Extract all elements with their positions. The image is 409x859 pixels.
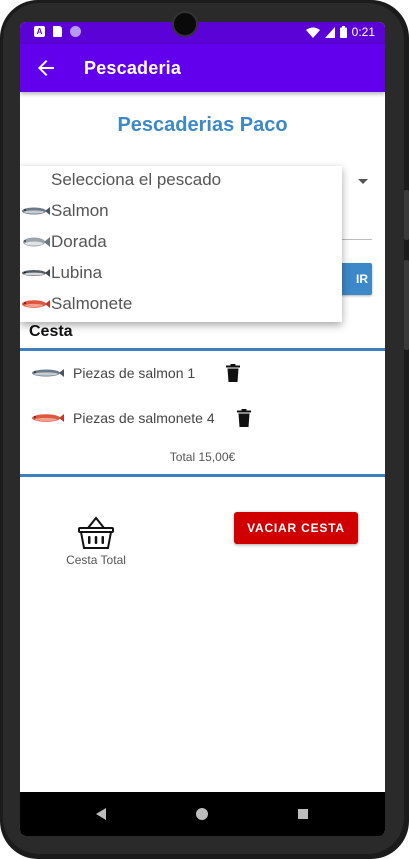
basket-total-label: Cesta Total [66,553,126,567]
signal-icon [324,26,335,38]
back-arrow-icon[interactable] [34,56,58,80]
basket-item-text: Piezas de salmon 1 [73,365,196,381]
basket-item-text: Piezas de salmonete 4 [73,410,215,426]
navigation-bar [20,792,385,836]
phone-frame: A 0:21 Pescaderia Pescaderias Paco IR Se… [0,0,409,859]
app-bar-title: Pescaderia [84,58,182,78]
salmon-fish-icon [22,207,50,215]
screen: A 0:21 Pescaderia Pescaderias Paco IR Se… [20,22,385,836]
dropdown-item-dorada[interactable]: Dorada [20,227,342,257]
volume-button [404,190,409,240]
divider-top [20,348,385,351]
basket-total: Total 15,00€ [169,450,236,464]
shop-title: Pescaderias Paco [117,114,288,136]
basket-title: Cesta [29,323,73,340]
nav-home-icon[interactable] [196,808,208,820]
dropdown-item-lubina[interactable]: Lubina [20,258,342,288]
dropdown-item-label: Salmon [51,201,109,220]
dropdown-item-salmonete[interactable]: Salmonete [20,289,342,319]
chevron-down-icon[interactable] [358,179,368,184]
lubina-fish-icon [22,269,50,277]
front-camera [172,11,198,37]
fish-dropdown: Selecciona el pescado Salmon Dorada Lubi… [20,166,342,322]
wifi-icon [305,27,320,38]
nav-back-icon[interactable] [96,808,106,820]
basket-item: Piezas de salmonete 4 [30,405,215,431]
shopping-basket-icon [78,516,114,549]
empty-basket-button[interactable]: VACIAR CESTA [234,512,358,544]
dropdown-item-label: Dorada [51,232,107,251]
add-button[interactable]: IR [338,263,372,295]
power-button [404,260,409,350]
dorada-fish-icon [23,237,50,247]
basket-item: Piezas de salmon 1 [30,360,195,386]
dropdown-item-label: Salmonete [51,294,133,313]
salmon-fish-icon [32,369,64,377]
dropdown-item-salmon[interactable]: Salmon [20,196,342,226]
add-button-label: IR [356,272,368,286]
main-content: Pescaderias Paco IR Selecciona el pescad… [20,92,385,792]
trash-icon[interactable] [237,409,251,427]
nav-recents-icon[interactable] [298,809,308,819]
trash-icon[interactable] [226,364,240,382]
dropdown-item-label: Lubina [51,263,103,282]
status-time: 0:21 [351,25,375,39]
sd-card-icon [53,26,62,37]
app-bar: Pescaderia [20,44,385,92]
divider-bottom [20,474,385,477]
notification-a-icon: A [34,26,45,37]
battery-icon [339,26,347,38]
salmonete-fish-icon [22,300,50,308]
dropdown-header[interactable]: Selecciona el pescado [51,170,221,190]
status-bar: A 0:21 [20,22,385,44]
circle-notification-icon [70,26,81,37]
salmonete-fish-icon [32,414,64,422]
